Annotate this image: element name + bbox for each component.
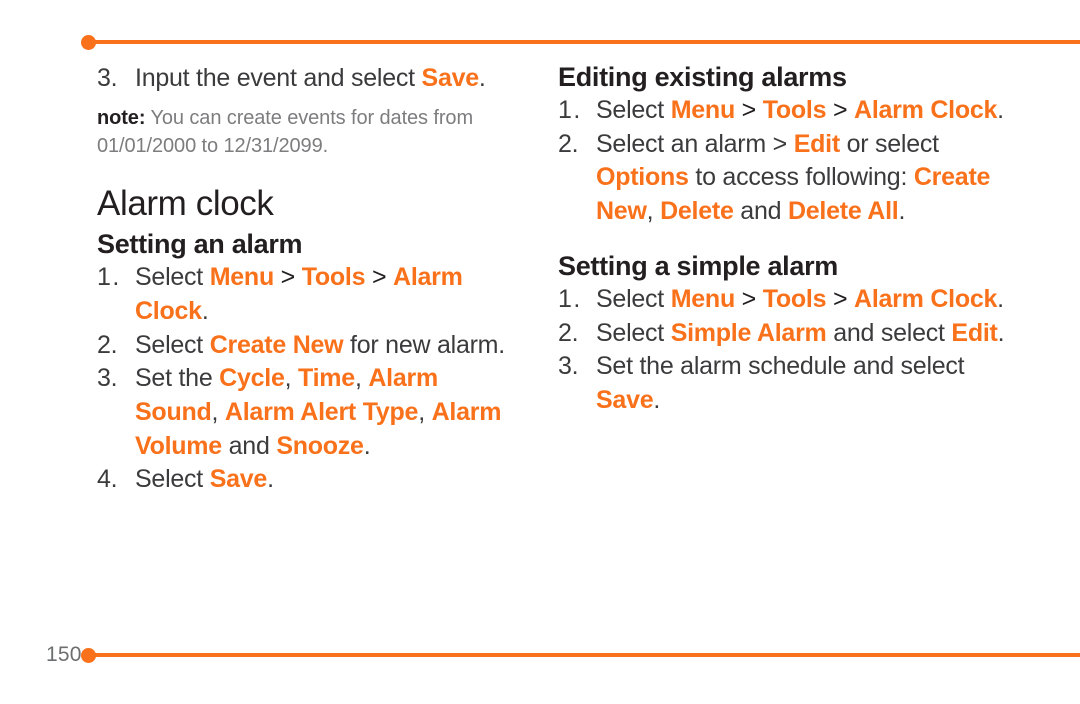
list-item-number: 3. <box>97 364 118 393</box>
list-item-text: , <box>418 397 432 426</box>
list-item: 2. Select an alarm > Edit or select Optio… <box>558 128 1020 229</box>
highlight-term[interactable]: Tools <box>763 96 827 124</box>
highlight-term[interactable]: Alarm Clock <box>854 96 997 124</box>
highlight-term[interactable]: Menu <box>210 263 275 291</box>
highlight-term[interactable]: Alarm Alert Type <box>225 398 419 426</box>
list-item-text: Set the alarm schedule and select <box>596 352 965 381</box>
list-item: 1. Select Menu > Tools > Alarm Clock. <box>558 283 1020 317</box>
section-heading: Setting a simple alarm <box>558 250 838 281</box>
list-item: 1. Select Menu > Tools > Alarm Clock. <box>558 94 1020 128</box>
list-item-text: Select <box>596 284 671 313</box>
list-item-text: . <box>363 431 371 460</box>
list-item-number: 2. <box>558 318 579 347</box>
highlight-term[interactable]: Delete All <box>788 197 899 225</box>
list-item-text: Select <box>596 318 671 347</box>
list-item-text: > <box>734 284 763 313</box>
list-item-text: and <box>221 431 277 460</box>
list-item-text: . <box>997 318 1005 347</box>
list-item-number: 4. <box>97 465 118 494</box>
list-item-text: , <box>284 364 299 393</box>
list-item-text: and select <box>826 318 952 347</box>
list-item-text: . <box>898 197 906 226</box>
steps-list: 1. Select Menu > Tools > Alarm Clock. 2. Se… <box>97 261 518 496</box>
list-item-text: > <box>273 263 302 292</box>
list-item-text: Select an alarm > <box>596 129 794 158</box>
list-item-text: Select <box>135 330 210 359</box>
highlight-term[interactable]: Tools <box>763 285 827 313</box>
list-item-text: . <box>267 465 274 494</box>
list-item: 1. Select Menu > Tools > Alarm Clock. <box>97 261 518 328</box>
highlight-term[interactable]: Options <box>596 163 689 191</box>
list-item: 2. Select Simple Alarm and select Edit. <box>558 317 1020 351</box>
footer-rule-dot <box>81 648 96 663</box>
footer-rule <box>88 653 1080 657</box>
list-item-text: > <box>734 96 763 125</box>
list-item-text: for new alarm. <box>343 330 505 359</box>
list-item-text: . <box>201 297 209 326</box>
list-item-text: to access following: <box>688 163 914 192</box>
list-item-text: . <box>653 385 661 414</box>
list-item-number: 1. <box>558 96 582 125</box>
highlight-term[interactable]: Time <box>298 364 355 392</box>
list-item-text: , <box>646 197 661 226</box>
list-item-text: , <box>211 397 225 426</box>
list-item-text: . <box>478 64 486 92</box>
page-number: 150 <box>46 643 82 666</box>
highlight-term[interactable]: Save <box>422 64 480 92</box>
highlight-term[interactable]: Snooze <box>276 432 364 460</box>
list-item-text: or select <box>839 129 939 158</box>
list-item-text: > <box>826 284 855 313</box>
steps-list: 1. Select Menu > Tools > Alarm Clock. 2. Se… <box>558 283 1020 418</box>
highlight-term[interactable]: Edit <box>794 130 840 158</box>
list-item-number: 2. <box>97 330 118 359</box>
highlight-term[interactable]: Menu <box>671 285 736 313</box>
list-item: 3. Input the event and select Save. <box>97 62 518 96</box>
list-item-text: > <box>826 96 855 125</box>
list-item-number: 1. <box>558 284 582 313</box>
highlight-term[interactable]: Save <box>596 386 654 414</box>
continued-steps-list: 3. Input the event and select Save. <box>97 62 518 96</box>
list-item: 4. Select Save. <box>97 463 518 497</box>
list-item-number: 2. <box>558 129 579 158</box>
header-rule <box>88 40 1080 44</box>
highlight-term[interactable]: Delete <box>660 197 734 225</box>
list-item: 2. Select Create New for new alarm. <box>97 329 518 363</box>
list-item-text: . <box>997 96 1004 125</box>
steps-list: 1. Select Menu > Tools > Alarm Clock. 2. Se… <box>558 94 1020 229</box>
highlight-term[interactable]: Create New <box>210 331 344 359</box>
list-item-text: and <box>733 197 788 226</box>
highlight-term[interactable]: Simple Alarm <box>671 319 827 347</box>
list-item-number: 3. <box>558 352 579 381</box>
list-item-number: 3. <box>97 64 118 92</box>
list-item: 3. Set the Cycle, Time, Alarm Sound, Alar… <box>97 362 518 463</box>
list-item-text: Select <box>135 263 210 292</box>
list-item: 3. Set the alarm schedule and select Save… <box>558 350 1020 417</box>
list-item-text: , <box>354 364 369 393</box>
highlight-term[interactable]: Alarm Clock <box>854 285 997 313</box>
highlight-term[interactable]: Save <box>210 465 268 493</box>
section-heading: Editing existing alarms <box>558 62 847 92</box>
list-item-number: 1. <box>97 263 121 292</box>
page-body: 3. Input the event and select Save. note:… <box>0 62 1080 497</box>
left-sections: Setting an alarm 1. Select Menu > Tools > … <box>97 229 518 497</box>
highlight-term[interactable]: Tools <box>302 263 366 291</box>
highlight-term[interactable]: Edit <box>951 319 997 347</box>
highlight-term[interactable]: Menu <box>671 96 736 124</box>
list-item-text: Input the event and select <box>135 64 422 92</box>
right-sections: Editing existing alarms 1. Select Menu > T… <box>558 62 1020 417</box>
header-rule-dot <box>81 35 96 50</box>
list-item-text: Select <box>135 465 210 494</box>
highlight-term[interactable]: Cycle <box>219 364 285 392</box>
list-item-text: Select <box>596 96 671 125</box>
list-item-text: . <box>997 284 1004 313</box>
list-item-text: Set the <box>135 364 220 393</box>
list-item-text: > <box>365 263 394 292</box>
